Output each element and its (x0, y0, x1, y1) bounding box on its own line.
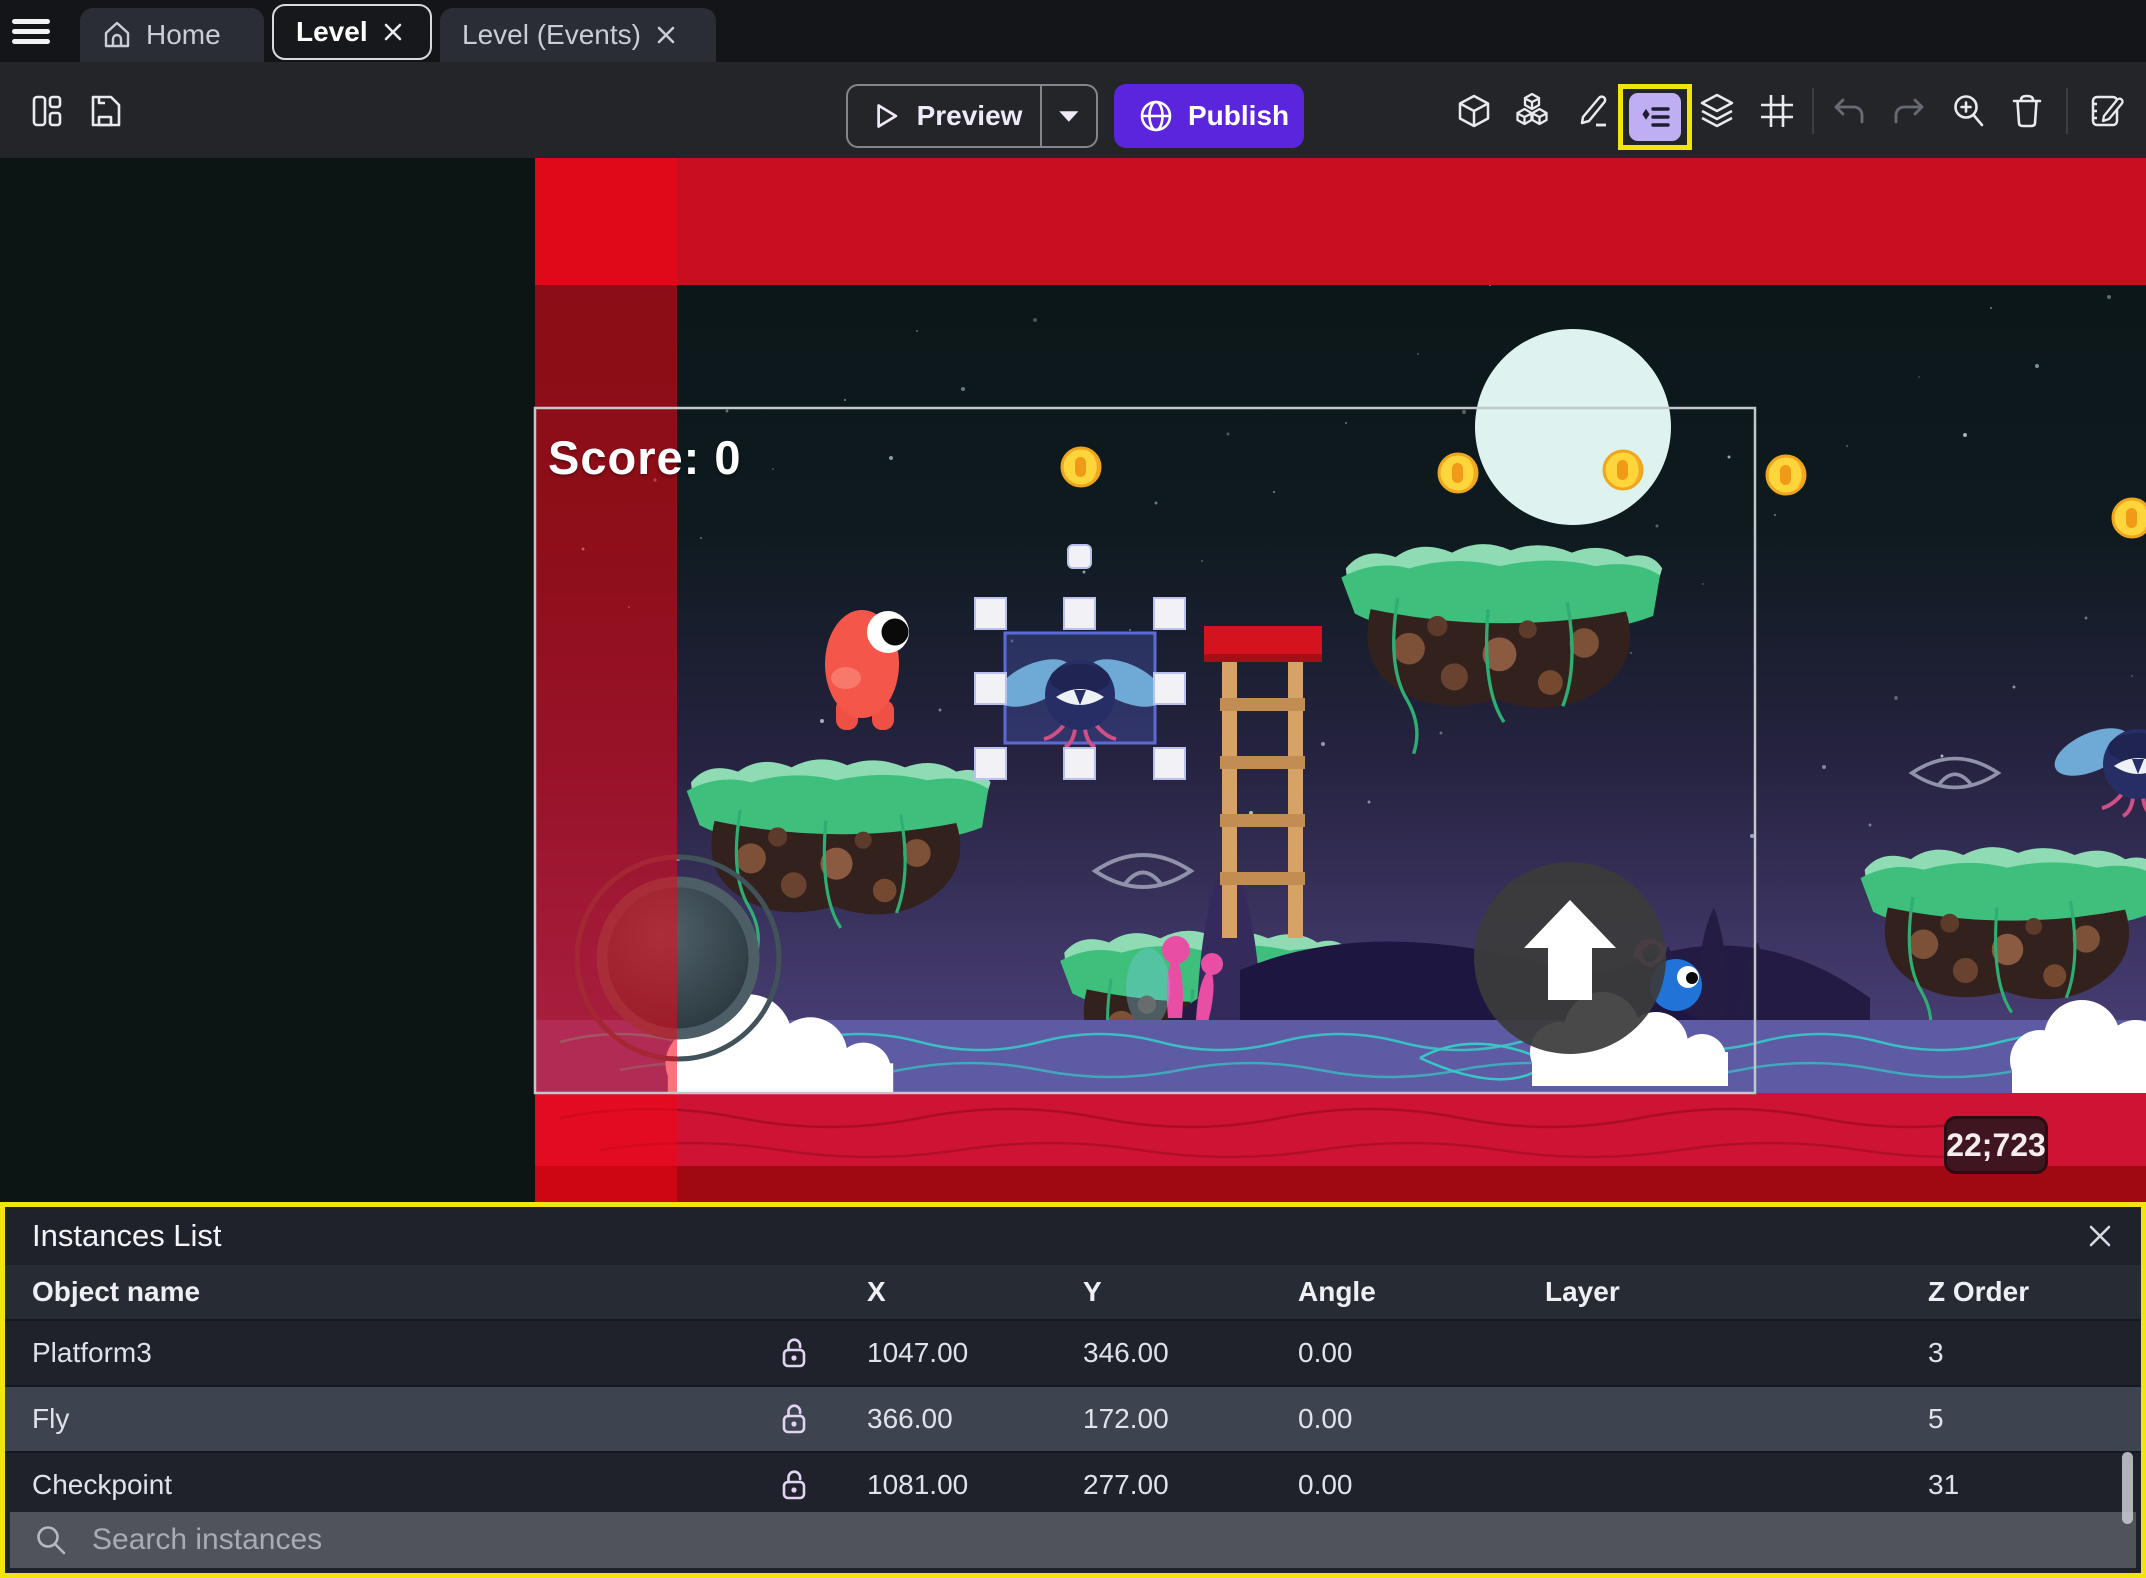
instances-list-panel: Instances List Object name X Y Angle Lay… (0, 1202, 2146, 1578)
col-z-order: Z Order (1928, 1276, 2030, 1307)
cell-y[interactable]: 172.00 (1056, 1403, 1271, 1435)
cell-object-name: Checkpoint (32, 1469, 173, 1500)
table-header: Object name X Y Angle Layer Z Order (5, 1265, 2141, 1319)
instances-list-highlight (1618, 84, 1692, 150)
cell-z-order[interactable]: 3 (1901, 1337, 2141, 1369)
publish-label: Publish (1188, 100, 1290, 131)
tab-home-label: Home (146, 19, 221, 50)
coin[interactable] (1060, 446, 1102, 488)
tab-strip: Home Level Level (Events) (0, 0, 2146, 62)
preview-button[interactable]: Preview (846, 84, 1098, 148)
lock-open-icon[interactable] (779, 1402, 809, 1436)
home-icon (104, 21, 130, 48)
search-icon (37, 1526, 66, 1555)
preview-label: Preview (916, 100, 1023, 131)
red-band-left (535, 158, 677, 1202)
coin[interactable] (1437, 452, 1479, 494)
cell-x[interactable]: 1047.00 (840, 1337, 1056, 1369)
zoom-icon[interactable] (1950, 92, 1988, 130)
table-row[interactable]: Checkpoint 1081.00 277.00 0.00 31 (5, 1451, 2141, 1517)
lock-open-icon[interactable] (779, 1336, 809, 1370)
col-y: Y (1083, 1276, 1102, 1307)
cell-angle[interactable]: 0.00 (1271, 1337, 1518, 1369)
close-icon[interactable] (2085, 1221, 2115, 1251)
toolbar: Preview Publish (0, 62, 2146, 158)
lock-open-icon[interactable] (779, 1468, 809, 1502)
table-row[interactable]: Platform3 1047.00 346.00 0.00 3 (5, 1319, 2141, 1385)
chevron-down-icon[interactable] (1042, 106, 1096, 126)
scene-render (0, 158, 2146, 1202)
cell-z-order[interactable]: 31 (1901, 1469, 2141, 1501)
cell-angle[interactable]: 0.00 (1271, 1469, 1518, 1501)
cell-object-name: Fly (32, 1403, 70, 1434)
cell-x[interactable]: 366.00 (840, 1403, 1056, 1435)
grid-icon[interactable] (1758, 92, 1796, 130)
panel-scrollbar[interactable] (2122, 1452, 2133, 1524)
object-groups-icon[interactable] (1513, 92, 1551, 130)
objects-cube-icon[interactable] (1455, 92, 1493, 130)
panel-title: Instances List (32, 1218, 222, 1253)
red-ground-dark (535, 1166, 2146, 1202)
events-editor-icon[interactable] (2088, 92, 2126, 130)
redo-icon[interactable] (1890, 92, 1928, 130)
coin[interactable] (1602, 449, 1644, 491)
cell-z-order[interactable]: 5 (1901, 1403, 2141, 1435)
instances-list-icon[interactable] (1629, 93, 1681, 141)
play-icon (877, 104, 898, 128)
selected-fly-instance[interactable] (987, 631, 1173, 749)
col-object-name: Object name (32, 1276, 201, 1307)
save-icon[interactable] (86, 92, 124, 130)
tab-level-events-label: Level (Events) (462, 19, 641, 50)
rotation-handle (1067, 544, 1092, 569)
col-x: X (867, 1276, 886, 1307)
undo-icon[interactable] (1830, 92, 1868, 130)
pink-plant-cap (1162, 936, 1190, 964)
publish-button[interactable]: Publish (1114, 84, 1304, 148)
globe-icon (1140, 100, 1172, 132)
pink-plant-cap (1201, 953, 1223, 975)
layers-icon[interactable] (1698, 92, 1736, 130)
edit-pencil-icon[interactable] (1574, 92, 1612, 130)
layout-panels-icon[interactable] (28, 92, 66, 130)
score-hud-text: Score: 0 (548, 431, 742, 484)
tab-home[interactable]: Home (80, 8, 264, 62)
search-input[interactable] (90, 1522, 2136, 1558)
cell-y[interactable]: 346.00 (1056, 1337, 1271, 1369)
cell-angle[interactable]: 0.00 (1271, 1403, 1518, 1435)
moon[interactable] (1475, 329, 1671, 525)
close-icon[interactable] (655, 24, 677, 46)
toolbar-divider (1812, 88, 1814, 134)
canvas-outside-area (0, 158, 535, 1202)
cell-y[interactable]: 277.00 (1056, 1469, 1271, 1501)
cursor-coordinates-badge: 22;723 (1944, 1116, 2048, 1174)
instances-search-bar (10, 1512, 2136, 1568)
coin[interactable] (2111, 497, 2146, 539)
tab-level-events[interactable]: Level (Events) (440, 8, 716, 62)
menu-icon[interactable] (12, 14, 50, 48)
blue-leaf (1126, 948, 1170, 1028)
red-band-top (535, 158, 2146, 285)
tab-level-label: Level (296, 16, 368, 47)
tab-level[interactable]: Level (272, 4, 432, 60)
scene-editor-canvas[interactable]: Score: 0 22;723 (0, 158, 2146, 1202)
toolbar-divider (2066, 88, 2068, 134)
cell-object-name: Platform3 (32, 1337, 152, 1368)
cell-x[interactable]: 1081.00 (840, 1469, 1056, 1501)
table-row-selected[interactable]: Fly 366.00 172.00 0.00 5 (5, 1385, 2141, 1451)
trash-icon[interactable] (2008, 92, 2046, 130)
close-icon[interactable] (382, 21, 404, 43)
jump-button[interactable] (1474, 862, 1666, 1054)
app-window: { "titlebar": { "tabs": [ { "label": "Ho… (0, 0, 2146, 1578)
coin[interactable] (1765, 454, 1807, 496)
col-layer: Layer (1545, 1276, 1620, 1307)
col-angle: Angle (1298, 1276, 1376, 1307)
